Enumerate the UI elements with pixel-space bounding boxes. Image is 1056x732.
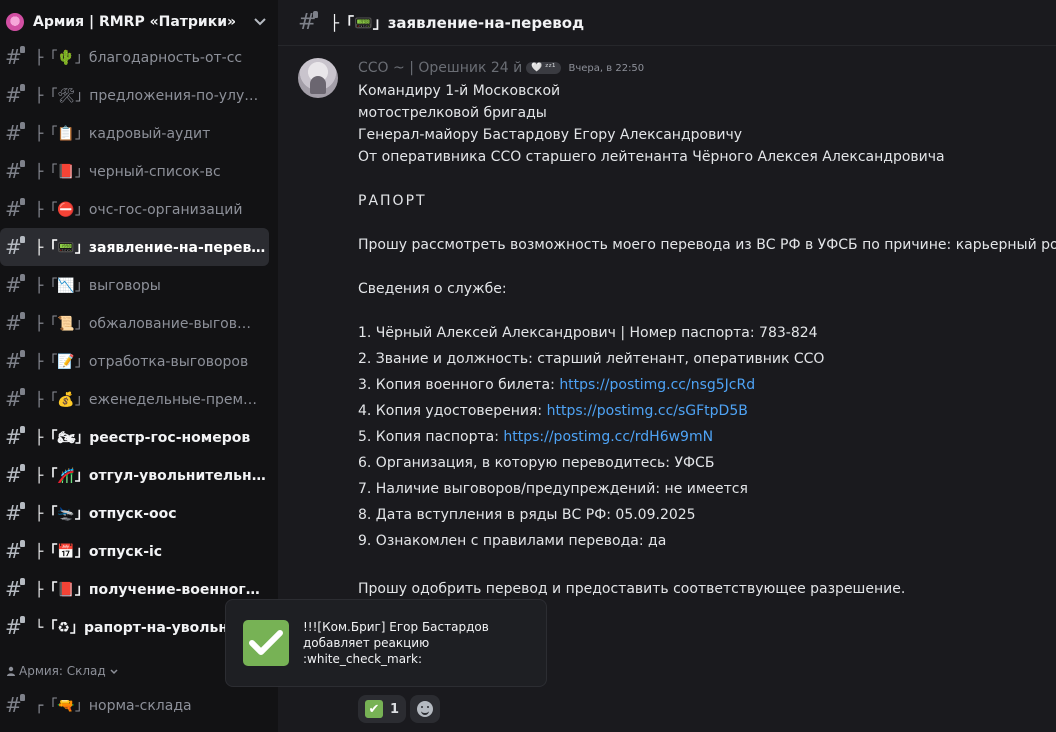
channel-item[interactable]: # ┌「🔫」норма-склада [0, 686, 269, 724]
info-item: 2. Звание и должность: старший лейтенант… [358, 351, 825, 367]
channel-name: ├「📝」отработка-выговоров [35, 354, 249, 370]
channel-item[interactable]: # ├「💰」еженедельные-прем… [0, 380, 269, 418]
text-channel-icon: # [5, 122, 27, 143]
category-label: Армия: Склад [19, 664, 106, 678]
certificate-link[interactable]: https://postimg.cc/sGFtpD5B [547, 403, 748, 419]
text-channel-icon: # [5, 578, 27, 599]
text-channel-icon: # [5, 84, 27, 105]
reaction-check[interactable]: ✔ 1 [358, 695, 407, 723]
channel-item-unread[interactable]: # ├「📅」отпуск-ic [0, 532, 269, 570]
message-line: мотострелковой бригады [358, 105, 547, 121]
text-channel-icon: # [5, 312, 27, 333]
channel-name: └「♻」рапорт-на-увольне… [35, 620, 252, 636]
channel-item[interactable]: # ├「⛔」очс-гос-организаций [0, 190, 269, 228]
user-group-icon [6, 666, 16, 676]
channel-item[interactable]: # ├「📉」выговоры [0, 266, 269, 304]
info-item: 4. Копия удостоверения: https://postimg.… [358, 403, 748, 419]
channel-name: ├「🛠」предложения-по-улу… [35, 88, 259, 104]
chevron-down-icon [110, 664, 118, 678]
channel-item[interactable]: # ├「📝」отработка-выговоров [0, 342, 269, 380]
channel-name: ├「🛬」отпуск-оос [35, 506, 177, 522]
info-item: 1. Чёрный Алексей Александрович | Номер … [358, 325, 818, 341]
reaction-count: 1 [390, 701, 400, 717]
reaction-notification[interactable]: !!![Ком.Бриг] Егор Бастардов добавляет р… [225, 599, 547, 687]
text-channel-icon: # [298, 9, 318, 35]
text-channel-icon: # [5, 502, 27, 523]
reactions-bar: ✔ 1 [358, 695, 444, 723]
message-line: Прошу рассмотреть возможность моего пере… [358, 237, 1056, 253]
message-timestamp: Вчера, в 22:50 [568, 62, 645, 74]
channel-name: ├「📕」получение-военного… [35, 582, 269, 598]
text-channel-icon: # [5, 388, 27, 409]
server-icon [6, 13, 24, 31]
channel-item-unread[interactable]: # ├「🏍」реестр-гос-номеров [0, 418, 269, 456]
chat-header: # ├「📟」заявление-на-перевод [278, 0, 1056, 46]
service-info-title: Сведения о службе: [358, 281, 507, 297]
channel-name: ├「📋」кадровый-аудит [35, 126, 211, 142]
channel-title: ├「📟」заявление-на-перевод [330, 14, 585, 32]
channel-item[interactable]: # ├「📋」кадровый-аудит [0, 114, 269, 152]
avatar[interactable] [298, 58, 338, 98]
text-channel-icon: # [5, 694, 27, 715]
check-mark-icon: ✔ [365, 700, 383, 718]
notification-user: !!![Ком.Бриг] Егор Бастардов [303, 620, 489, 634]
text-channel-icon: # [5, 198, 27, 219]
channel-item-active[interactable]: # ├「📟」заявление-на-перев… [0, 228, 269, 266]
channel-item-unread[interactable]: # ├「🎢」отгул-увольнительная [0, 456, 269, 494]
check-mark-icon [243, 620, 289, 666]
message-header: ССО ~ | Орешник 24 й 🤍 ᶻᶻ¹ Вчера, в 22:5… [358, 60, 644, 76]
info-item: 6. Организация, в которую переводитесь: … [358, 455, 715, 471]
text-channel-icon: # [5, 46, 27, 67]
text-channel-icon: # [5, 160, 27, 181]
channel-name: ├「📜」обжалование-выгов… [35, 316, 251, 332]
text-channel-icon: # [5, 464, 27, 485]
add-reaction-button[interactable] [410, 695, 441, 723]
military-id-link[interactable]: https://postimg.cc/nsg5JcRd [559, 377, 755, 393]
channel-name: ├「📟」заявление-на-перев… [35, 240, 266, 256]
channel-item-unread[interactable]: # ├「🛬」отпуск-оос [0, 494, 269, 532]
server-name: Армия | RMRP «Патрики» [33, 14, 237, 30]
message-line: Прошу одобрить перевод и предоставить со… [358, 581, 906, 597]
message-author[interactable]: ССО ~ | Орешник 24 й [358, 60, 522, 76]
channel-name: ├「⛔」очс-гос-организаций [35, 202, 243, 218]
chevron-down-icon[interactable] [252, 14, 268, 30]
channel-name: ┌「🔫」норма-склада [35, 698, 192, 714]
smiley-icon [417, 701, 434, 717]
info-item: 7. Наличие выговоров/предупреждений: не … [358, 481, 748, 497]
message-line: От оперативника ССО старшего лейтенанта … [358, 149, 945, 165]
info-item: 5. Копия паспорта: https://postimg.cc/rd… [358, 429, 714, 445]
info-item: 8. Дата вступления в ряды ВС РФ: 05.09.2… [358, 507, 696, 523]
notification-text: !!![Ком.Бриг] Егор Бастардов добавляет р… [303, 619, 489, 667]
passport-link[interactable]: https://postimg.cc/rdH6w9mN [503, 429, 713, 445]
info-item: 9. Ознакомлен с правилами перевода: да [358, 533, 667, 549]
channel-item[interactable]: # ├「📜」обжалование-выгов… [0, 304, 269, 342]
channel-name: ├「💰」еженедельные-прем… [35, 392, 258, 408]
notification-emoji-code: :white_check_mark: [303, 652, 422, 666]
raport-heading: РАПОРТ [358, 193, 427, 209]
channel-name: ├「🏍」реестр-гос-номеров [35, 430, 251, 446]
info-item: 3. Копия военного билета: https://postim… [358, 377, 756, 393]
channel-name: ├「📕」черный-список-вс [35, 164, 221, 180]
text-channel-icon: # [5, 540, 27, 561]
text-channel-icon: # [5, 426, 27, 447]
channel-list: # ├「🌵」благодарность-от-сс # ├「🛠」предложени… [0, 38, 278, 646]
message-line: Генерал-майору Бастардову Егору Александ… [358, 127, 742, 143]
channel-name: ├「📅」отпуск-ic [35, 544, 163, 560]
notification-action: добавляет реакцию [303, 636, 430, 650]
channel-item[interactable]: # ├「📕」черный-список-вс [0, 152, 269, 190]
text-channel-icon: # [5, 236, 27, 257]
channel-item[interactable]: # ├「🌵」благодарность-от-сс [0, 38, 269, 76]
channel-item[interactable]: # ├「🛠」предложения-по-улу… [0, 76, 269, 114]
category-header[interactable]: Армия: Склад [6, 664, 118, 678]
text-channel-icon: # [5, 616, 27, 637]
role-badge: 🤍 ᶻᶻ¹ [526, 62, 561, 74]
channel-name: ├「🎢」отгул-увольнительная [35, 468, 269, 484]
channel-name: ├「🌵」благодарность-от-сс [35, 50, 243, 66]
text-channel-icon: # [5, 274, 27, 295]
message-content: Командиру 1-й Московской мотострелковой … [358, 80, 1056, 600]
text-channel-icon: # [5, 350, 27, 371]
message-line: Командиру 1-й Московской [358, 83, 561, 99]
channel-name: ├「📉」выговоры [35, 278, 161, 294]
